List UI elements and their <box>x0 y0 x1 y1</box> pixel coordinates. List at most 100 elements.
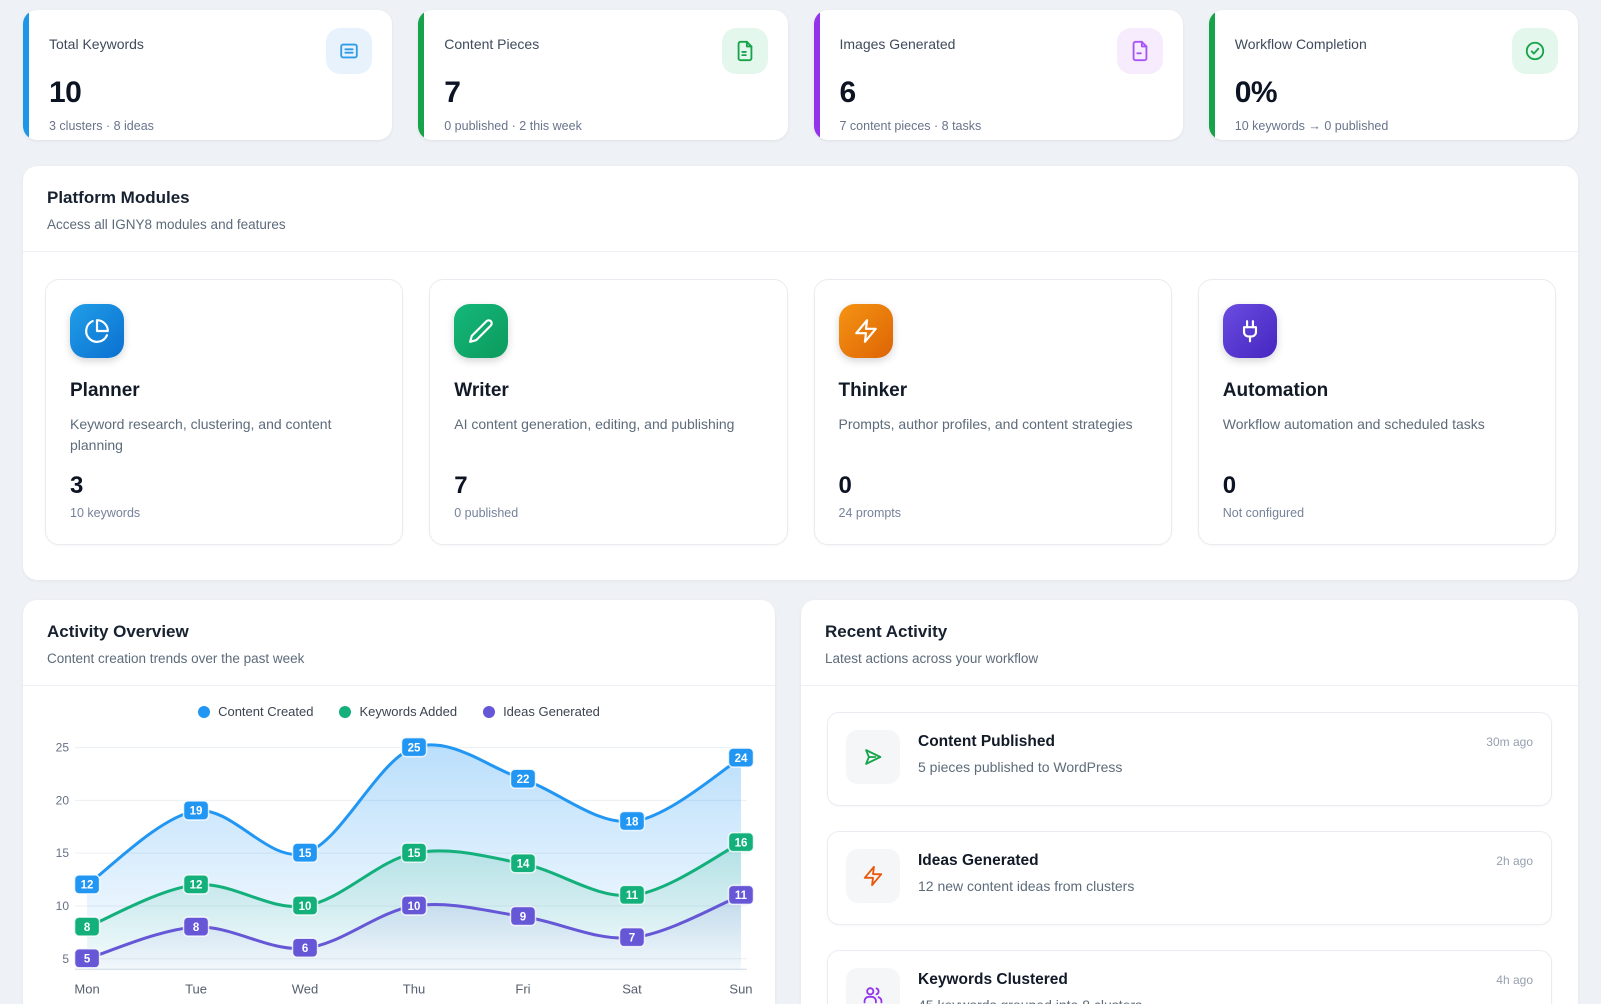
panel-subtitle: Content creation trends over the past we… <box>47 651 751 666</box>
dashboard-page: Total Keywords 10 3 clusters · 8 ideas C… <box>0 0 1601 1004</box>
legend-item-keywords-added[interactable]: Keywords Added <box>339 704 457 719</box>
module-card-automation[interactable]: Automation Workflow automation and sched… <box>1198 279 1556 545</box>
svg-text:5: 5 <box>84 954 91 966</box>
svg-text:10: 10 <box>408 901 421 913</box>
bottom-row: Activity Overview Content creation trend… <box>23 600 1578 1004</box>
stat-card-workflow-completion: Workflow Completion 0% 10 keywords → 0 p… <box>1209 10 1578 140</box>
recent-item-content-published: Content Published 5 pieces published to … <box>827 712 1552 806</box>
module-value: 0 <box>1223 472 1531 500</box>
module-description: Prompts, author profiles, and content st… <box>839 414 1147 456</box>
module-subtext: 0 published <box>454 506 762 520</box>
svg-text:Tue: Tue <box>185 981 207 996</box>
svg-text:9: 9 <box>520 911 526 923</box>
module-name: Thinker <box>839 380 1147 402</box>
stat-value: 7 <box>444 76 767 110</box>
module-value: 0 <box>839 472 1147 500</box>
stats-row: Total Keywords 10 3 clusters · 8 ideas C… <box>23 10 1578 140</box>
platform-modules-panel: Platform Modules Access all IGNY8 module… <box>23 166 1578 580</box>
recent-description: 5 pieces published to WordPress <box>918 759 1468 775</box>
svg-text:16: 16 <box>735 837 748 849</box>
module-subtext: Not configured <box>1223 506 1531 520</box>
activity-overview-panel: Activity Overview Content creation trend… <box>23 600 775 1004</box>
recent-description: 12 new content ideas from clusters <box>918 878 1478 894</box>
recent-item-ideas-generated: Ideas Generated 12 new content ideas fro… <box>827 831 1552 925</box>
svg-text:20: 20 <box>56 793 70 807</box>
stat-subtext: 3 clusters · 8 ideas <box>49 119 372 133</box>
module-subtext: 24 prompts <box>839 506 1147 520</box>
svg-text:11: 11 <box>626 890 639 902</box>
svg-text:Sat: Sat <box>622 981 642 996</box>
bolt-icon <box>846 849 900 903</box>
recent-title: Keywords Clustered <box>918 971 1478 989</box>
pie-chart-icon <box>70 304 124 358</box>
legend-label: Ideas Generated <box>503 704 600 719</box>
recent-activity-panel: Recent Activity Latest actions across yo… <box>801 600 1578 1004</box>
svg-text:14: 14 <box>517 859 530 871</box>
module-value: 3 <box>70 472 378 500</box>
stat-subtext: 0 published · 2 this week <box>444 119 767 133</box>
stat-label: Total Keywords <box>49 28 144 52</box>
svg-text:Mon: Mon <box>74 981 99 996</box>
svg-text:22: 22 <box>517 774 530 786</box>
module-card-thinker[interactable]: Thinker Prompts, author profiles, and co… <box>814 279 1172 545</box>
stat-label: Workflow Completion <box>1235 28 1367 52</box>
stat-label: Images Generated <box>840 28 956 52</box>
activity-chart-area: Content Created Keywords Added Ideas Gen… <box>23 686 775 1004</box>
module-description: AI content generation, editing, and publ… <box>454 414 762 456</box>
module-value: 7 <box>454 472 762 500</box>
module-name: Automation <box>1223 380 1531 402</box>
module-subtext: 10 keywords <box>70 506 378 520</box>
svg-text:25: 25 <box>56 741 70 755</box>
module-card-planner[interactable]: Planner Keyword research, clustering, an… <box>45 279 403 545</box>
stat-card-content-pieces: Content Pieces 7 0 published · 2 this we… <box>418 10 787 140</box>
recent-title: Ideas Generated <box>918 852 1478 870</box>
svg-text:8: 8 <box>84 922 91 934</box>
module-card-writer[interactable]: Writer AI content generation, editing, a… <box>429 279 787 545</box>
stat-subtext: 10 keywords → 0 published <box>1235 119 1558 133</box>
panel-subtitle: Access all IGNY8 modules and features <box>47 217 1554 232</box>
file-text-icon <box>722 28 768 74</box>
legend-item-content-created[interactable]: Content Created <box>198 704 313 719</box>
send-icon <box>846 730 900 784</box>
panel-subtitle: Latest actions across your workflow <box>825 651 1554 666</box>
chart-legend: Content Created Keywords Added Ideas Gen… <box>43 704 755 719</box>
panel-title: Recent Activity <box>825 622 1554 642</box>
plug-icon <box>1223 304 1277 358</box>
users-icon <box>846 968 900 1004</box>
stat-value: 6 <box>840 76 1163 110</box>
svg-text:Sun: Sun <box>729 981 752 996</box>
accent-bar <box>23 10 29 140</box>
stat-value: 10 <box>49 76 372 110</box>
legend-dot <box>198 706 210 718</box>
svg-text:7: 7 <box>629 932 635 944</box>
stat-card-total-keywords: Total Keywords 10 3 clusters · 8 ideas <box>23 10 392 140</box>
stat-subtext: 7 content pieces · 8 tasks <box>840 119 1163 133</box>
svg-text:6: 6 <box>302 943 308 955</box>
svg-text:15: 15 <box>408 848 421 860</box>
accent-bar <box>418 10 424 140</box>
accent-bar <box>814 10 820 140</box>
legend-item-ideas-generated[interactable]: Ideas Generated <box>483 704 600 719</box>
modules-grid: Planner Keyword research, clustering, an… <box>23 252 1578 580</box>
file-icon <box>1117 28 1163 74</box>
svg-text:11: 11 <box>735 890 748 902</box>
svg-text:15: 15 <box>299 848 312 860</box>
legend-dot <box>339 706 351 718</box>
check-circle-icon <box>1512 28 1558 74</box>
recent-timestamp: 2h ago <box>1496 849 1533 868</box>
svg-text:12: 12 <box>81 880 94 892</box>
bolt-icon <box>839 304 893 358</box>
module-description: Keyword research, clustering, and conten… <box>70 414 378 456</box>
stat-value: 0% <box>1235 76 1558 110</box>
module-name: Planner <box>70 380 378 402</box>
recent-description: 45 keywords grouped into 8 clusters <box>918 997 1478 1004</box>
stat-label: Content Pieces <box>444 28 539 52</box>
stat-card-images-generated: Images Generated 6 7 content pieces · 8 … <box>814 10 1183 140</box>
list-icon <box>326 28 372 74</box>
recent-title: Content Published <box>918 733 1468 751</box>
recent-item-keywords-clustered: Keywords Clustered 45 keywords grouped i… <box>827 950 1552 1004</box>
svg-text:10: 10 <box>299 901 312 913</box>
svg-text:25: 25 <box>408 742 421 754</box>
recent-timestamp: 4h ago <box>1496 968 1533 987</box>
svg-text:Wed: Wed <box>292 981 318 996</box>
